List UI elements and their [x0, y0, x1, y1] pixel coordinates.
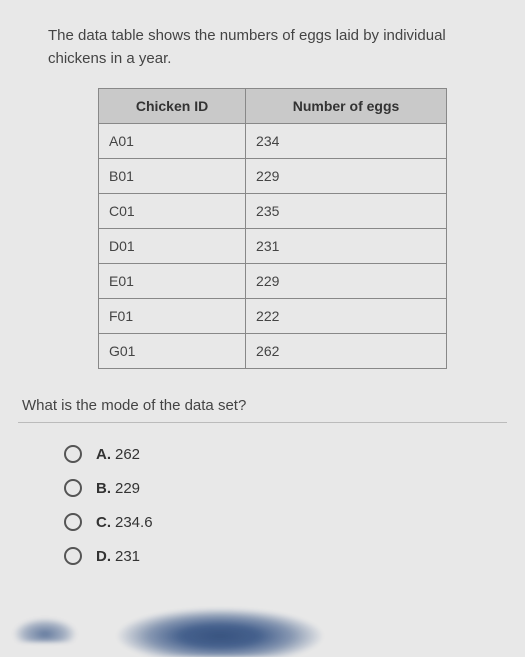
option-letter: C. — [96, 514, 111, 531]
option-letter: A. — [96, 446, 111, 463]
radio-icon — [64, 547, 82, 565]
option-letter: D. — [96, 548, 111, 565]
table-row: C01 235 — [99, 194, 447, 229]
question-intro: The data table shows the numbers of eggs… — [18, 25, 507, 70]
cell-eggs: 229 — [246, 159, 447, 194]
data-table: Chicken ID Number of eggs A01 234 B01 22… — [98, 88, 447, 369]
option-letter: B. — [96, 480, 111, 497]
cell-chicken-id: E01 — [99, 264, 246, 299]
option-c[interactable]: C. 234.6 — [64, 513, 507, 531]
cell-eggs: 234 — [246, 124, 447, 159]
divider — [18, 422, 507, 423]
header-chicken-id: Chicken ID — [99, 89, 246, 124]
cell-chicken-id: G01 — [99, 334, 246, 369]
table-row: G01 262 — [99, 334, 447, 369]
option-text: 229 — [115, 480, 140, 497]
radio-icon — [64, 479, 82, 497]
cell-chicken-id: A01 — [99, 124, 246, 159]
option-b[interactable]: B. 229 — [64, 479, 507, 497]
table-row: E01 229 — [99, 264, 447, 299]
cell-eggs: 229 — [246, 264, 447, 299]
radio-icon — [64, 513, 82, 531]
table-row: D01 231 — [99, 229, 447, 264]
cell-eggs: 262 — [246, 334, 447, 369]
table-row: B01 229 — [99, 159, 447, 194]
option-text: 231 — [115, 548, 140, 565]
ink-smudge — [5, 602, 85, 642]
header-number-of-eggs: Number of eggs — [246, 89, 447, 124]
option-a[interactable]: A. 262 — [64, 445, 507, 463]
option-text: 262 — [115, 446, 140, 463]
answer-options: A. 262 B. 229 C. 234.6 D. 231 — [18, 445, 507, 565]
cell-chicken-id: D01 — [99, 229, 246, 264]
table-row: A01 234 — [99, 124, 447, 159]
cell-chicken-id: B01 — [99, 159, 246, 194]
cell-eggs: 231 — [246, 229, 447, 264]
data-table-wrapper: Chicken ID Number of eggs A01 234 B01 22… — [18, 88, 507, 369]
ink-smudge — [90, 587, 350, 657]
table-row: F01 222 — [99, 299, 447, 334]
radio-icon — [64, 445, 82, 463]
cell-eggs: 222 — [246, 299, 447, 334]
cell-chicken-id: C01 — [99, 194, 246, 229]
question-text: What is the mode of the data set? — [18, 397, 507, 414]
option-text: 234.6 — [115, 514, 153, 531]
cell-chicken-id: F01 — [99, 299, 246, 334]
table-header-row: Chicken ID Number of eggs — [99, 89, 447, 124]
option-d[interactable]: D. 231 — [64, 547, 507, 565]
cell-eggs: 235 — [246, 194, 447, 229]
